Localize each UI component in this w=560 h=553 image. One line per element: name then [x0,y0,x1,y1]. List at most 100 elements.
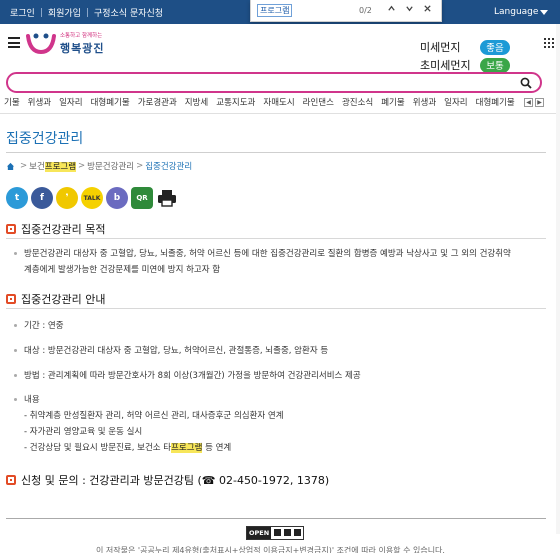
content-sub-3: - 건강상담 및 필요시 방문진료, 보건소 타프로그램 등 연계 [14,440,284,456]
section-bullet-icon [6,475,16,485]
section-guide-label: 집중건강관리 안내 [21,293,106,306]
pm25-label: 초미세먼지 [420,59,471,72]
page-scrollbar[interactable] [556,24,560,534]
tag-item[interactable]: 위생과 [28,96,51,108]
tag-nav: ◀ ▶ [524,98,544,107]
tag-item[interactable]: 교통지도과 [216,96,255,108]
search-bar[interactable] [6,72,542,93]
section-contact-label: 신청 및 문의 : 건강관리과 방문건강팀 (☎ 02-450-1972, 13… [21,474,330,487]
footer-divider [6,518,546,519]
tag-item[interactable]: 일자리 [444,96,467,108]
sms-subscribe-link[interactable]: 구정소식 문자신청 [88,6,169,19]
kakaostory-icon[interactable]: ❜ [56,187,78,209]
guide-item-method: 방법 : 관리계획에 따라 방문간호사가 8회 이상(3개월간) 가정을 방문하… [14,368,361,384]
guide-target-text: 대상 : 방문건강관리 대상자 중 고혈압, 당뇨, 허약어르신, 관절통증, … [24,346,329,356]
logo-slogan: 소통하고 함께하는 [60,33,103,39]
content-sub-3-post: 등 연계 [202,443,232,453]
band-icon[interactable]: b [106,187,128,209]
section-purpose-title: 집중건강관리 목적 [6,221,105,237]
section-divider [6,308,546,309]
language-select[interactable]: Language [484,3,554,21]
breadcrumb-health[interactable]: 보건프로그램 [29,160,77,172]
section-contact-title: 신청 및 문의 : 건강관리과 방문건강팀 (☎ 02-450-1972, 13… [6,472,329,488]
pm10-status-badge: 좋음 [480,39,510,55]
breadcrumb: > 보건프로그램 > 방문건강관리 > 집중건강관리 [6,160,192,172]
breadcrumb-current: 집중건강관리 [145,162,193,172]
tag-item[interactable]: 폐기물 [381,96,404,108]
search-icon[interactable] [520,77,532,92]
open-label: OPEN [247,527,272,539]
section-purpose-text: 방문건강관리 대상자 중 고혈압, 당뇨, 뇌졸중, 허약 어르신 등에 대한 … [14,246,511,278]
section-divider [6,238,546,239]
title-divider [6,152,546,153]
tag-item[interactable]: 지방세 [185,96,208,108]
tag-item[interactable]: 일자리 [59,96,82,108]
bullet-dot [14,252,17,255]
find-count: 0/2 [359,6,372,15]
site-header: 소통하고 함께하는 행복광진 미세먼지 좋음 초미세먼지 보통 [0,24,560,74]
section-bullet-icon [6,224,16,234]
guide-item-content: 내용 - 취약계층 만성질환자 관리, 허약 어르신 관리, 대사증후군 의심환… [14,392,284,456]
purpose-line-1: 방문건강관리 대상자 중 고혈압, 당뇨, 뇌졸중, 허약 어르신 등에 대한 … [24,249,511,259]
tag-next-button[interactable]: ▶ [535,98,544,107]
breadcrumb-separator: > [20,161,28,171]
guide-content-label: 내용 [24,395,40,405]
license-text: 이 저작물은 '공공누리 제4유형(출처표시+상업적 이용금지+변경금지)' 조… [96,546,445,553]
breadcrumb-highlight: 프로그램 [44,162,77,172]
purpose-line-2: 계층에게 발생가능한 건강문제를 미연에 방지 하고자 함 [24,265,221,275]
content-sub-3-pre: - 건강상담 및 필요시 방문진료, 보건소 타 [24,443,172,453]
signup-link[interactable]: 회원가입 [42,6,87,19]
air-row-pm10: 미세먼지 좋음 [420,38,510,56]
tag-item[interactable]: 대형폐기물 [91,96,130,108]
tag-item[interactable]: 광진소식 [342,96,373,108]
breadcrumb-visit[interactable]: 방문건강관리 [87,160,134,172]
site-logo[interactable]: 소통하고 함께하는 행복광진 [24,28,106,58]
tag-item[interactable]: 자매도시 [263,96,294,108]
section-bullet-icon [6,294,16,304]
guide-item-target: 대상 : 방문건강관리 대상자 중 고혈압, 당뇨, 허약어르신, 관절통증, … [14,343,328,359]
menu-icon[interactable] [8,37,20,48]
print-icon[interactable] [156,187,178,209]
chevron-down-icon[interactable] [405,4,414,16]
login-link[interactable]: 로그인 [4,6,41,19]
tag-item[interactable]: 라인댄스 [303,96,334,108]
find-input[interactable]: 프로그램 [257,4,293,17]
breadcrumb-separator: > [136,161,144,171]
tag-item[interactable]: 위생과 [413,96,436,108]
logo-brand: 행복광진 [60,42,105,55]
tag-item[interactable]: 대형폐기물 [476,96,515,108]
qr-icon[interactable]: QR [131,187,153,209]
pm25-status-badge: 보통 [480,57,510,73]
section-guide-title: 집중건강관리 안내 [6,291,105,307]
tag-item[interactable]: 기물 [4,96,20,108]
bullet-dot [14,398,17,401]
popular-tags: 기물 위생과 일자리 대형폐기물 가로경관과 지방세 교통지도과 자매도시 라인댄스 광진소식 폐기… [0,96,560,111]
air-quality: 미세먼지 좋음 초미세먼지 보통 [420,38,510,74]
content-sub-1: - 취약계층 만성질환자 관리, 허약 어르신 관리, 대사증후군 의심환자 연… [24,411,284,421]
home-icon[interactable] [6,162,15,170]
kakaotalk-icon[interactable]: TALK [81,187,103,209]
section-purpose-label: 집중건강관리 목적 [21,223,106,236]
header-divider [0,113,560,114]
content-sub-3-highlight: 프로그램 [171,443,203,453]
content-sub-2: - 자가관리 영양교육 및 운동 실시 [24,427,143,437]
twitter-icon[interactable]: t [6,187,28,209]
search-input[interactable] [18,76,498,89]
bullet-dot [14,374,17,377]
logo-mark-icon [26,33,56,55]
page-title: 집중건강관리 [6,131,84,147]
facebook-icon[interactable]: f [31,187,53,209]
breadcrumb-health-label: 보건 [29,162,45,172]
apps-grid-icon[interactable] [544,38,554,48]
close-icon[interactable] [423,4,432,16]
open-license-badge: OPEN [246,526,304,540]
pm10-label: 미세먼지 [420,41,461,54]
language-label: Language [494,7,539,17]
bullet-dot [14,349,17,352]
guide-method-text: 방법 : 관리계획에 따라 방문간호사가 8회 이상(3개월간) 가정을 방문하… [24,371,361,381]
chevron-up-icon[interactable] [387,4,396,16]
license-cc-icons [271,528,305,539]
tag-item[interactable]: 가로경관과 [138,96,177,108]
find-bar: 프로그램 0/2 [250,0,442,22]
tag-prev-button[interactable]: ◀ [524,98,533,107]
